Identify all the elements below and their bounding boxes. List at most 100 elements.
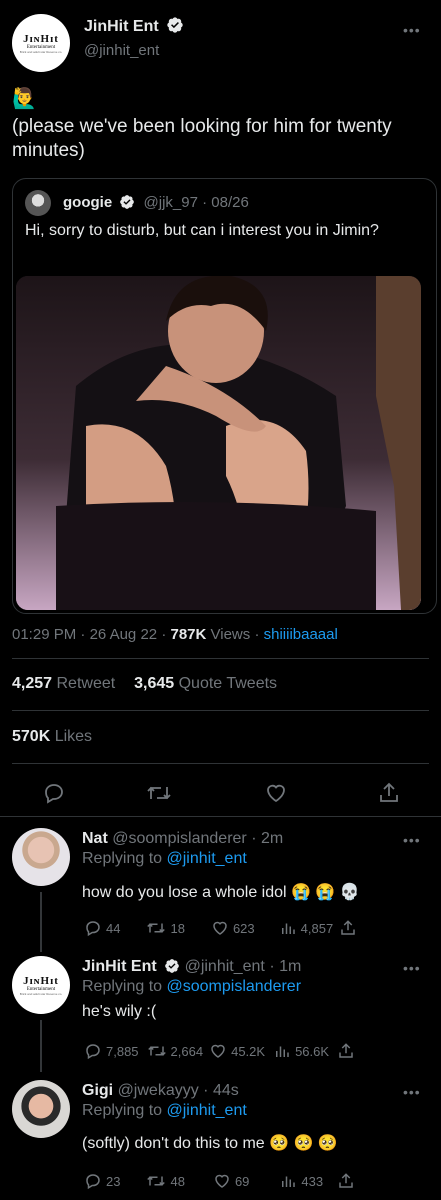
reply-text: (softly) don't do this to me 🥺 🥺 🥺 <box>82 1135 338 1152</box>
like-button[interactable]: 45.2K <box>209 1042 265 1060</box>
reply-header: Nat @soompislanderer · 2m <box>82 830 283 848</box>
heart-icon <box>213 921 227 935</box>
more-icon[interactable]: ••• <box>403 22 421 38</box>
avatar-tiny: Brick and adult star Reserve co. <box>19 991 63 996</box>
divider <box>0 816 441 817</box>
like-button[interactable]: 623 <box>211 919 255 937</box>
retweet-stats: 4,257 Retweet 3,645 Quote Tweets <box>12 675 277 693</box>
verified-badge-icon <box>167 17 183 33</box>
reply-time: 44s <box>212 1082 239 1099</box>
reply-author-name[interactable]: Gigi <box>82 1082 113 1099</box>
likes-count[interactable]: 570K <box>12 728 50 745</box>
reply-handle[interactable]: @jinhit_ent <box>185 958 265 975</box>
quoted-author-line: googie @jjk_97 · 08/26 <box>63 194 249 211</box>
views-button[interactable]: 56.6K <box>273 1042 329 1060</box>
replying-handle[interactable]: @soompislanderer <box>167 978 302 995</box>
retweet-button[interactable]: 48 <box>146 1172 185 1190</box>
separator: · <box>203 1082 209 1099</box>
quotes-count[interactable]: 3,645 <box>134 675 174 692</box>
reply-button[interactable] <box>42 781 66 805</box>
views-count: 433 <box>301 1173 324 1189</box>
author-handle[interactable]: @jinhit_ent <box>84 42 159 59</box>
replying-label: Replying to <box>82 978 163 995</box>
reply-handle[interactable]: @soompislanderer <box>112 830 247 847</box>
verified-badge-icon <box>120 195 135 209</box>
replying-to: Replying to @soompislanderer <box>82 978 301 996</box>
tweet-time[interactable]: 01:29 PM <box>12 626 76 643</box>
photo-figure <box>16 276 421 610</box>
quoted-avatar <box>25 190 51 216</box>
reply-time: 2m <box>261 830 284 847</box>
reply-header: JinHit Ent @jinhit_ent · 1m <box>82 958 301 976</box>
replying-handle[interactable]: @jinhit_ent <box>167 1102 247 1119</box>
reply-count: 44 <box>106 920 121 936</box>
retweet-icon <box>147 786 171 800</box>
retweet-icon <box>147 923 166 933</box>
divider <box>12 763 429 764</box>
share-button[interactable] <box>339 919 357 937</box>
reply-time: 1m <box>279 958 302 975</box>
reply-header: Gigi @jwekayyy · 44s <box>82 1082 239 1100</box>
tweet-date[interactable]: 26 Aug 22 <box>90 626 158 643</box>
views-button[interactable]: 4,857 <box>279 919 333 937</box>
share-button[interactable] <box>337 1172 355 1190</box>
views-label: Views <box>210 626 251 643</box>
like-button[interactable]: 69 <box>213 1172 249 1190</box>
tweet-meta: 01:29 PM · 26 Aug 22 · 787K Views · shii… <box>12 626 338 643</box>
author-name[interactable]: JinHit Ent <box>84 18 159 35</box>
more-icon[interactable]: ••• <box>403 960 421 976</box>
retweet-button[interactable]: 2,664 <box>147 1042 203 1060</box>
reply-avatar[interactable]: JɪɴHɪt Entertainment Brick and adult sta… <box>12 956 70 1014</box>
divider <box>12 658 429 659</box>
reply-actions: 44 18 623 4,857 <box>84 919 357 937</box>
reply-handle[interactable]: @jwekayyy <box>118 1082 199 1099</box>
reply-button[interactable]: 23 <box>84 1172 120 1190</box>
retweet-button[interactable] <box>146 781 172 805</box>
views-button[interactable]: 433 <box>279 1172 323 1190</box>
share-button[interactable] <box>337 1042 355 1060</box>
like-count: 623 <box>232 920 255 936</box>
reply-count: 23 <box>106 1173 121 1189</box>
reply-avatar[interactable] <box>12 1080 70 1138</box>
share-button[interactable] <box>377 781 401 805</box>
replying-label: Replying to <box>82 1102 163 1119</box>
avatar-brand: JɪɴHɪt <box>23 974 59 987</box>
avatar-brand: JɪɴHɪt <box>23 32 59 45</box>
reply-author-name[interactable]: JinHit Ent <box>82 958 157 975</box>
quoted-tweet[interactable]: googie @jjk_97 · 08/26 Hi, sorry to dist… <box>12 178 437 614</box>
reply-actions: 7,885 2,664 45.2K 56.6K <box>84 1042 355 1060</box>
share-icon <box>339 1043 353 1058</box>
quoted-author-name: googie <box>63 194 113 211</box>
separator: · <box>80 626 86 643</box>
quotes-label[interactable]: Quote Tweets <box>179 675 277 692</box>
retweet-icon <box>147 1046 166 1056</box>
replying-handle[interactable]: @jinhit_ent <box>167 850 247 867</box>
likes-label[interactable]: Likes <box>55 728 92 745</box>
thread-line <box>40 892 42 952</box>
reply-icon <box>86 1174 100 1190</box>
analytics-icon <box>282 1176 296 1187</box>
heart-icon <box>215 1174 229 1188</box>
reply-button[interactable]: 7,885 <box>84 1042 139 1060</box>
quoted-text: Hi, sorry to disturb, but can i interest… <box>25 222 379 239</box>
thread-line <box>40 1020 42 1072</box>
like-button[interactable] <box>264 781 288 805</box>
analytics-icon <box>276 1046 289 1057</box>
reply-icon <box>86 921 100 937</box>
retweet-button[interactable]: 18 <box>146 919 185 937</box>
retweets-label[interactable]: Retweet <box>57 675 116 692</box>
divider <box>12 710 429 711</box>
reply-text: how do you lose a whole idol 😭 😭 💀 <box>82 884 360 901</box>
views-count: 56.6K <box>295 1043 330 1059</box>
retweets-count[interactable]: 4,257 <box>12 675 52 692</box>
more-icon[interactable]: ••• <box>403 832 421 848</box>
reply-button[interactable]: 44 <box>84 919 120 937</box>
via-link[interactable]: shiiiibaaaal <box>264 626 338 643</box>
author-avatar[interactable]: JɪɴHɪt Entertainment Brick and adult sta… <box>12 14 70 72</box>
reply-author-name[interactable]: Nat <box>82 830 108 847</box>
reply-avatar[interactable] <box>12 828 70 886</box>
more-icon[interactable]: ••• <box>403 1084 421 1100</box>
heart-icon <box>267 784 285 803</box>
quoted-photo[interactable] <box>16 276 421 610</box>
separator: · <box>269 958 275 975</box>
